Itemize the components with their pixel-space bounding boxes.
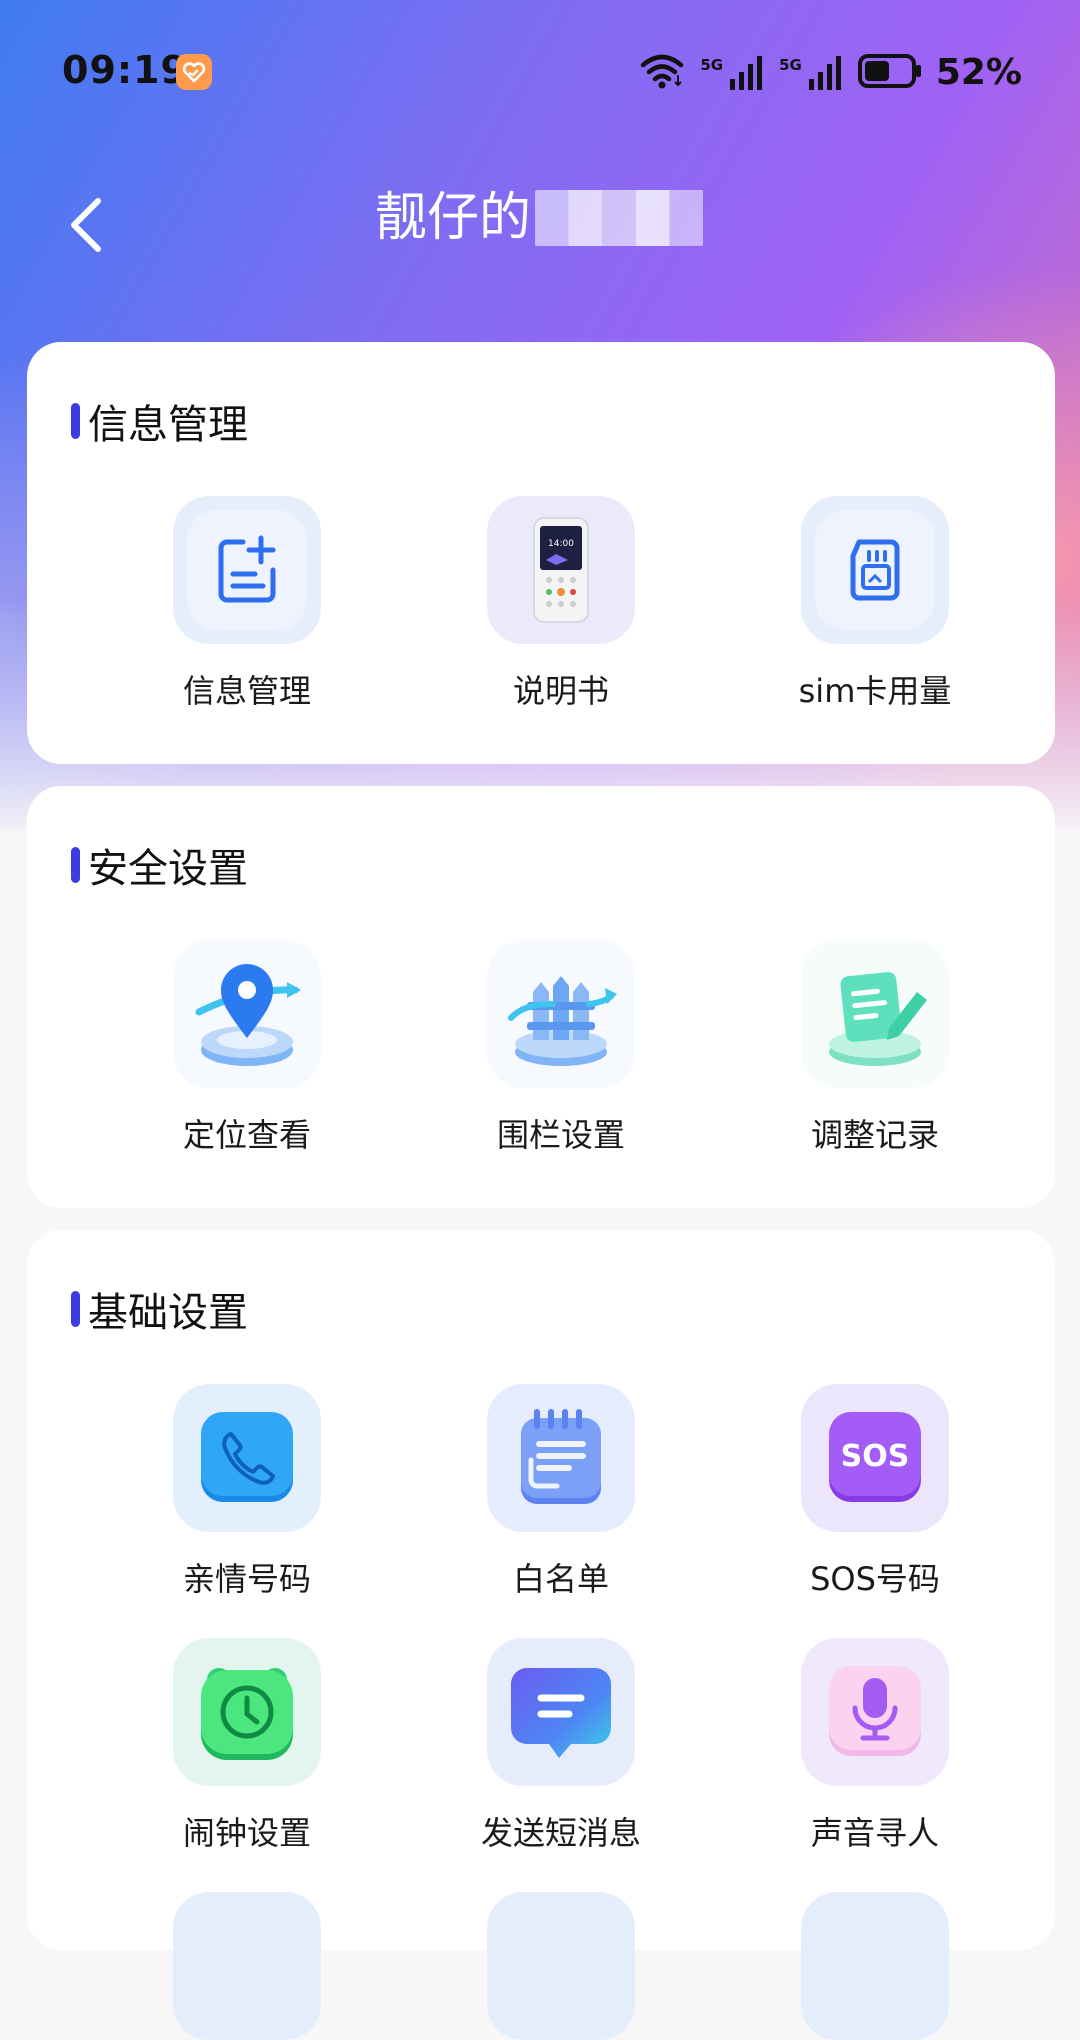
menu-item-label: 围栏设置 xyxy=(496,1116,625,1154)
menu-item-location-view[interactable]: 定位查看 xyxy=(127,940,367,1156)
menu-item-label: 说明书 xyxy=(512,672,609,710)
section-title: 安全设置 xyxy=(88,846,248,892)
battery-icon xyxy=(857,53,922,93)
menu-item-label: 声音寻人 xyxy=(810,1814,939,1852)
menu-item-voice-finder[interactable]: 声音寻人 xyxy=(755,1638,995,1854)
app-notification-icon xyxy=(176,54,212,90)
menu-item-manual[interactable]: 14:00 说明书 xyxy=(441,496,681,712)
alarm-clock-icon xyxy=(201,1668,293,1760)
menu-item-family-numbers[interactable]: 亲情号码 xyxy=(127,1384,367,1600)
section-basic-settings: 基础设置 亲情号码 白名单 SOS SOS号码 闹钟设置 发送短消息 声音寻人 xyxy=(27,1230,1055,2040)
menu-item-label: sim卡用量 xyxy=(798,672,952,710)
menu-item-sos-numbers[interactable]: SOS SOS号码 xyxy=(755,1384,995,1600)
fence-icon xyxy=(508,976,617,1066)
status-bar: 09:19 5G 5G 52% xyxy=(0,0,1080,150)
menu-item-label: 亲情号码 xyxy=(182,1560,311,1598)
svg-text:SOS: SOS xyxy=(841,1439,910,1474)
phone-icon xyxy=(201,1412,293,1502)
signal-bars-icon xyxy=(730,55,763,90)
battery-percent: 52% xyxy=(935,52,1022,93)
sos-icon: SOS xyxy=(829,1412,921,1502)
section-info-management: 信息管理 信息管理 14:00 说明书 sim卡用量 xyxy=(27,342,1055,764)
status-time: 09:19 xyxy=(62,48,188,92)
menu-item-label: SOS号码 xyxy=(810,1560,940,1598)
status-icons: 5G 5G 52% xyxy=(640,52,1022,93)
back-button[interactable] xyxy=(58,190,114,260)
section-title: 信息管理 xyxy=(88,402,248,448)
section-marker xyxy=(71,847,80,883)
menu-item-label: 白名单 xyxy=(512,1560,609,1598)
menu-item-alarm-settings[interactable]: 闹钟设置 xyxy=(127,1638,367,1854)
signal-bars-icon xyxy=(808,55,841,90)
signal-5g-1: 5G xyxy=(700,55,765,91)
message-icon xyxy=(511,1668,611,1758)
menu-item-next-row-1[interactable] xyxy=(127,1892,367,2040)
chevron-left-icon xyxy=(71,198,101,252)
sim-card-icon xyxy=(815,510,935,630)
signal-5g-2: 5G xyxy=(779,55,844,91)
location-pin-icon xyxy=(195,964,301,1066)
section-marker xyxy=(71,403,80,439)
menu-item-next-row-3[interactable] xyxy=(755,1892,995,2040)
notepad-icon xyxy=(521,1409,601,1504)
menu-item-label: 定位查看 xyxy=(182,1116,311,1154)
svg-text:14:00: 14:00 xyxy=(548,539,574,549)
edit-record-icon xyxy=(829,972,927,1066)
menu-item-label: 发送短消息 xyxy=(480,1814,641,1852)
wifi-icon xyxy=(640,53,686,93)
section-marker xyxy=(71,1291,80,1327)
document-add-icon xyxy=(187,510,307,630)
section-security-settings: 安全设置 定位查看 围栏设置 调整记录 xyxy=(27,786,1055,1208)
menu-item-send-message[interactable]: 发送短消息 xyxy=(441,1638,681,1854)
menu-item-label: 信息管理 xyxy=(182,672,311,710)
menu-item-label: 闹钟设置 xyxy=(182,1814,311,1852)
section-title: 基础设置 xyxy=(88,1290,248,1336)
menu-item-adjust-record[interactable]: 调整记录 xyxy=(755,940,995,1156)
menu-item-sim-usage[interactable]: sim卡用量 xyxy=(755,496,995,712)
page-title: 靓仔的 xyxy=(375,180,704,256)
menu-item-fence-settings[interactable]: 围栏设置 xyxy=(441,940,681,1156)
menu-item-next-row-2[interactable] xyxy=(441,1892,681,2040)
redacted-name xyxy=(535,190,704,246)
menu-item-whitelist[interactable]: 白名单 xyxy=(441,1384,681,1600)
microphone-icon xyxy=(829,1666,921,1756)
menu-item-label: 调整记录 xyxy=(810,1116,939,1154)
phone-device-icon: 14:00 xyxy=(533,517,589,623)
menu-item-info-management[interactable]: 信息管理 xyxy=(127,496,367,712)
